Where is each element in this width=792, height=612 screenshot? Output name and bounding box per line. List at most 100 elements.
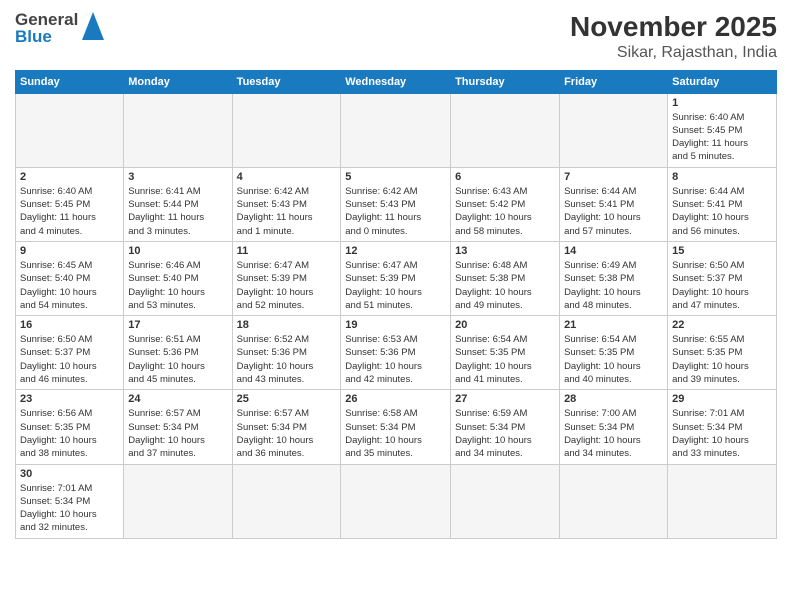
calendar-cell: 8 Sunrise: 6:44 AM Sunset: 5:41 PM Daylig… [668, 167, 777, 241]
calendar-cell: 9 Sunrise: 6:45 AM Sunset: 5:40 PM Daylig… [16, 241, 124, 315]
day-info: Sunrise: 6:42 AM Sunset: 5:43 PM Dayligh… [345, 185, 446, 238]
day-number: 20 [455, 319, 555, 331]
day-info: Sunrise: 7:00 AM Sunset: 5:34 PM Dayligh… [564, 407, 663, 460]
day-header-thursday: Thursday [451, 70, 560, 93]
day-info: Sunrise: 7:01 AM Sunset: 5:34 PM Dayligh… [672, 407, 772, 460]
calendar-cell [232, 93, 341, 167]
calendar-cell [16, 93, 124, 167]
day-info: Sunrise: 6:57 AM Sunset: 5:34 PM Dayligh… [128, 407, 227, 460]
day-info: Sunrise: 6:54 AM Sunset: 5:35 PM Dayligh… [455, 333, 555, 386]
header-row: SundayMondayTuesdayWednesdayThursdayFrid… [16, 70, 777, 93]
day-header-monday: Monday [124, 70, 232, 93]
day-info: Sunrise: 6:56 AM Sunset: 5:35 PM Dayligh… [20, 407, 119, 460]
calendar-cell: 3Sunrise: 6:41 AM Sunset: 5:44 PM Daylig… [124, 167, 232, 241]
header: General Blue November 2025 Sikar, Rajast… [15, 10, 777, 62]
day-number: 7 [564, 171, 663, 183]
calendar-cell: 10Sunrise: 6:46 AM Sunset: 5:40 PM Dayli… [124, 241, 232, 315]
calendar-cell: 24 Sunrise: 6:57 AM Sunset: 5:34 PM Dayli… [124, 390, 232, 464]
calendar-week-6: 30Sunrise: 7:01 AM Sunset: 5:34 PM Dayli… [16, 464, 777, 538]
calendar-table: SundayMondayTuesdayWednesdayThursdayFrid… [15, 70, 777, 539]
calendar-cell: 6 Sunrise: 6:43 AM Sunset: 5:42 PM Daylig… [451, 167, 560, 241]
day-number: 4 [237, 171, 337, 183]
calendar-cell: 26Sunrise: 6:58 AM Sunset: 5:34 PM Dayli… [341, 390, 451, 464]
calendar-week-5: 23Sunrise: 6:56 AM Sunset: 5:35 PM Dayli… [16, 390, 777, 464]
day-number: 8 [672, 171, 772, 183]
calendar-cell: 20 Sunrise: 6:54 AM Sunset: 5:35 PM Dayli… [451, 316, 560, 390]
day-info: Sunrise: 6:50 AM Sunset: 5:37 PM Dayligh… [20, 333, 119, 386]
day-info: Sunrise: 6:45 AM Sunset: 5:40 PM Dayligh… [20, 259, 119, 312]
day-number: 28 [564, 393, 663, 405]
calendar-cell: 14Sunrise: 6:49 AM Sunset: 5:38 PM Dayli… [560, 241, 668, 315]
day-info: Sunrise: 6:50 AM Sunset: 5:37 PM Dayligh… [672, 259, 772, 312]
calendar-cell: 1 Sunrise: 6:40 AM Sunset: 5:45 PM Daylig… [668, 93, 777, 167]
calendar-week-1: 1 Sunrise: 6:40 AM Sunset: 5:45 PM Daylig… [16, 93, 777, 167]
day-info: Sunrise: 6:59 AM Sunset: 5:34 PM Dayligh… [455, 407, 555, 460]
calendar-cell: 27 Sunrise: 6:59 AM Sunset: 5:34 PM Dayli… [451, 390, 560, 464]
calendar-cell: 13 Sunrise: 6:48 AM Sunset: 5:38 PM Dayli… [451, 241, 560, 315]
logo-blue: Blue [15, 28, 78, 45]
calendar-cell: 11Sunrise: 6:47 AM Sunset: 5:39 PM Dayli… [232, 241, 341, 315]
day-number: 1 [672, 97, 772, 109]
day-number: 29 [672, 393, 772, 405]
calendar-cell [124, 93, 232, 167]
day-number: 5 [345, 171, 446, 183]
calendar-cell [341, 93, 451, 167]
calendar-cell: 30Sunrise: 7:01 AM Sunset: 5:34 PM Dayli… [16, 464, 124, 538]
day-info: Sunrise: 6:51 AM Sunset: 5:36 PM Dayligh… [128, 333, 227, 386]
day-number: 9 [20, 245, 119, 257]
day-info: Sunrise: 6:58 AM Sunset: 5:34 PM Dayligh… [345, 407, 446, 460]
calendar-cell: 12Sunrise: 6:47 AM Sunset: 5:39 PM Dayli… [341, 241, 451, 315]
calendar-cell: 7Sunrise: 6:44 AM Sunset: 5:41 PM Daylig… [560, 167, 668, 241]
calendar-title: November 2025 [570, 10, 777, 44]
calendar-subtitle: Sikar, Rajasthan, India [570, 44, 777, 62]
day-header-saturday: Saturday [668, 70, 777, 93]
day-number: 13 [455, 245, 555, 257]
day-info: Sunrise: 6:53 AM Sunset: 5:36 PM Dayligh… [345, 333, 446, 386]
calendar-cell [124, 464, 232, 538]
day-header-wednesday: Wednesday [341, 70, 451, 93]
logo-words: General Blue [15, 11, 78, 45]
day-number: 27 [455, 393, 555, 405]
day-info: Sunrise: 6:44 AM Sunset: 5:41 PM Dayligh… [672, 185, 772, 238]
calendar-cell: 19Sunrise: 6:53 AM Sunset: 5:36 PM Dayli… [341, 316, 451, 390]
day-info: Sunrise: 6:43 AM Sunset: 5:42 PM Dayligh… [455, 185, 555, 238]
day-info: Sunrise: 6:55 AM Sunset: 5:35 PM Dayligh… [672, 333, 772, 386]
calendar-cell: 16 Sunrise: 6:50 AM Sunset: 5:37 PM Dayli… [16, 316, 124, 390]
day-number: 15 [672, 245, 772, 257]
calendar-cell: 5 Sunrise: 6:42 AM Sunset: 5:43 PM Daylig… [341, 167, 451, 241]
calendar-cell: 21Sunrise: 6:54 AM Sunset: 5:35 PM Dayli… [560, 316, 668, 390]
logo-general: General [15, 11, 78, 28]
day-header-friday: Friday [560, 70, 668, 93]
day-number: 11 [237, 245, 337, 257]
calendar-cell: 4 Sunrise: 6:42 AM Sunset: 5:43 PM Daylig… [232, 167, 341, 241]
day-header-tuesday: Tuesday [232, 70, 341, 93]
calendar-week-4: 16 Sunrise: 6:50 AM Sunset: 5:37 PM Dayli… [16, 316, 777, 390]
day-info: Sunrise: 6:49 AM Sunset: 5:38 PM Dayligh… [564, 259, 663, 312]
calendar-cell: 23Sunrise: 6:56 AM Sunset: 5:35 PM Dayli… [16, 390, 124, 464]
day-info: Sunrise: 6:52 AM Sunset: 5:36 PM Dayligh… [237, 333, 337, 386]
calendar-week-3: 9 Sunrise: 6:45 AM Sunset: 5:40 PM Daylig… [16, 241, 777, 315]
calendar-cell: 25Sunrise: 6:57 AM Sunset: 5:34 PM Dayli… [232, 390, 341, 464]
day-number: 2 [20, 171, 119, 183]
day-header-sunday: Sunday [16, 70, 124, 93]
calendar-cell: 29 Sunrise: 7:01 AM Sunset: 5:34 PM Dayli… [668, 390, 777, 464]
calendar-cell [232, 464, 341, 538]
day-number: 6 [455, 171, 555, 183]
day-number: 24 [128, 393, 227, 405]
day-number: 25 [237, 393, 337, 405]
day-info: Sunrise: 7:01 AM Sunset: 5:34 PM Dayligh… [20, 482, 119, 535]
calendar-cell [560, 464, 668, 538]
calendar-cell [451, 464, 560, 538]
calendar-cell [451, 93, 560, 167]
logo: General Blue [15, 10, 104, 45]
day-info: Sunrise: 6:42 AM Sunset: 5:43 PM Dayligh… [237, 185, 337, 238]
day-number: 16 [20, 319, 119, 331]
calendar-cell: 28 Sunrise: 7:00 AM Sunset: 5:34 PM Dayli… [560, 390, 668, 464]
logo-triangle-icon [82, 12, 104, 45]
day-info: Sunrise: 6:48 AM Sunset: 5:38 PM Dayligh… [455, 259, 555, 312]
calendar-header: SundayMondayTuesdayWednesdayThursdayFrid… [16, 70, 777, 93]
day-info: Sunrise: 6:40 AM Sunset: 5:45 PM Dayligh… [672, 111, 772, 164]
calendar-cell: 15 Sunrise: 6:50 AM Sunset: 5:37 PM Dayli… [668, 241, 777, 315]
day-info: Sunrise: 6:54 AM Sunset: 5:35 PM Dayligh… [564, 333, 663, 386]
day-number: 18 [237, 319, 337, 331]
